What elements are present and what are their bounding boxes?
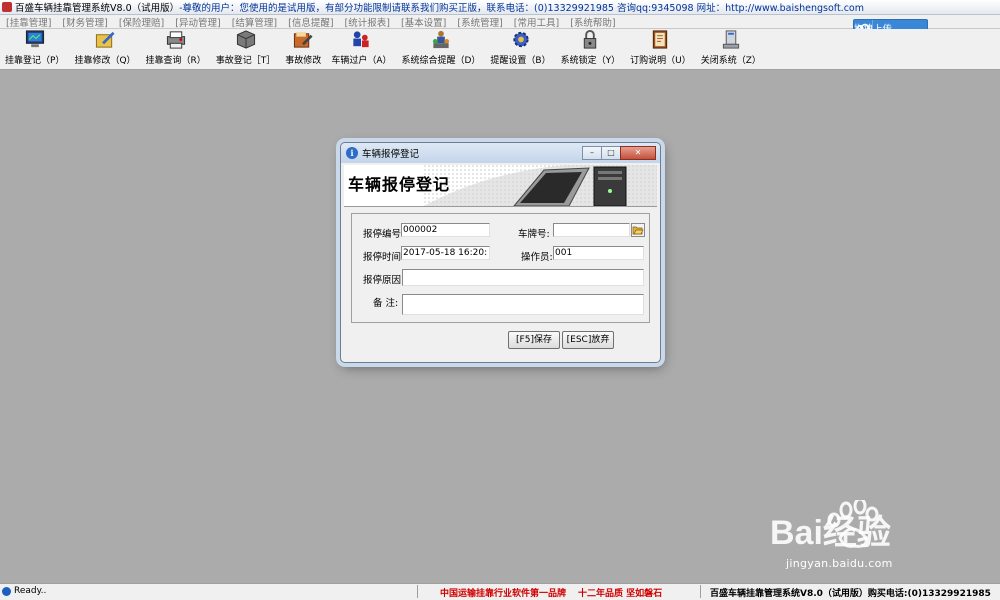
watermark-brand: Bai经验 — [770, 513, 891, 552]
status-ready: Ready.. — [2, 586, 46, 596]
stop-number-label: 报停编号: — [363, 229, 405, 240]
stop-form: 报停编号: 车牌号: 报停时间: 操作员: 报停原因: 备 注: — [351, 213, 650, 323]
menu-system[interactable]: [系统管理] — [451, 15, 507, 29]
plate-number-field[interactable] — [553, 223, 630, 237]
menu-tools[interactable]: [常用工具] — [508, 15, 564, 29]
people-alert-icon — [432, 30, 450, 49]
toolbar-exit-label: 关闭系统（Z） — [700, 56, 761, 66]
status-divider — [417, 585, 418, 598]
menu-changes[interactable]: [异动管理] — [169, 15, 225, 29]
dialog-banner: 车辆报停登记 — [344, 165, 657, 207]
dialog-title-bar[interactable]: i 车辆报停登记 – □ ✕ — [341, 143, 660, 163]
toolbar-order-info-label: 订购说明（U） — [630, 56, 691, 66]
status-slogan-2: 十二年品质 坚如磐石 — [578, 589, 663, 599]
toolbar-reminder-settings-button[interactable]: 提醒设置（B） — [485, 29, 555, 69]
reason-field[interactable] — [402, 269, 644, 286]
toolbar-accident-register-button[interactable]: 事故登记［T］ — [211, 29, 281, 69]
close-button[interactable]: ✕ — [620, 146, 656, 160]
watermark-url: jingyan.baidu.com — [786, 557, 893, 570]
toolbar-accident-modify-button[interactable]: 事故修改 — [280, 29, 326, 69]
menu-finance[interactable]: [财务管理] — [56, 15, 112, 29]
edit-folder-icon — [95, 31, 115, 48]
app-title: 百盛车辆挂靠管理系统V8.0（试用版） — [15, 3, 180, 14]
status-globe-icon — [2, 586, 11, 596]
stop-number-field[interactable] — [401, 223, 490, 237]
toolbar-register-label: 挂靠登记（P） — [5, 56, 65, 66]
operator-label: 操作员: — [521, 252, 553, 263]
transfer-users-icon — [353, 31, 370, 48]
operator-field[interactable] — [553, 246, 644, 260]
maximize-button[interactable]: □ — [601, 146, 620, 160]
toolbar-modify-label: 挂靠修改（Q） — [74, 56, 136, 66]
toolbar-reminder-button[interactable]: 系统综合提醒（D） — [396, 29, 485, 69]
toolbar-exit-button[interactable]: 关闭系统（Z） — [696, 29, 766, 69]
toolbar-lock-button[interactable]: 系统锁定（Y） — [556, 29, 626, 69]
save-button[interactable]: [F5]保存 — [508, 331, 560, 349]
toolbar-lock-label: 系统锁定（Y） — [560, 56, 621, 66]
stop-time-label: 报停时间: — [363, 252, 405, 263]
status-divider — [700, 585, 701, 598]
toolbar-reminder-settings-label: 提醒设置（B） — [490, 56, 551, 66]
stop-time-field[interactable] — [401, 246, 490, 260]
info-icon: i — [346, 147, 358, 159]
book-icon — [653, 30, 668, 49]
toolbar-query-label: 挂靠查询（R） — [145, 56, 206, 66]
toolbar-query-button[interactable]: 挂靠查询（R） — [141, 29, 211, 69]
app-logo-icon — [2, 2, 12, 12]
status-slogan: 中国运输挂靠行业软件第一品牌 — [440, 589, 567, 599]
reason-label: 报停原因: — [363, 275, 405, 286]
toolbar-modify-button[interactable]: 挂靠修改（Q） — [69, 29, 140, 69]
baidu-paw-logo: Bai经验 — [770, 497, 891, 552]
toolbar-accident-modify-label: 事故修改 — [285, 56, 322, 66]
plate-browse-button[interactable] — [631, 223, 645, 237]
menu-settlement[interactable]: [结算管理] — [226, 15, 282, 29]
toolbar-reminder-label: 系统综合提醒（D） — [401, 56, 481, 66]
menu-bar: [挂靠管理] [财务管理] [保险理赔] [异动管理] [结算管理] [信息提醒… — [0, 15, 1000, 29]
gear-settings-icon — [512, 31, 529, 48]
folder-edit-icon — [294, 31, 313, 48]
padlock-icon — [584, 29, 597, 49]
menu-insurance[interactable]: [保险理赔] — [113, 15, 169, 29]
menu-reminders[interactable]: [信息提醒] — [282, 15, 338, 29]
open-folder-icon — [632, 226, 644, 235]
dialog-title: 车辆报停登记 — [362, 149, 420, 160]
minimize-button[interactable]: – — [582, 146, 601, 160]
menu-basic-settings[interactable]: [基本设置] — [395, 15, 451, 29]
remark-label: 备 注: — [373, 298, 399, 309]
printer-search-icon — [166, 31, 185, 49]
remark-field[interactable] — [402, 294, 644, 315]
toolbar-order-info-button[interactable]: 订购说明（U） — [625, 29, 696, 69]
main-toolbar: 挂靠登记（P） 挂靠修改（Q） 挂靠查询（R） 事故登记［T］ 事故修改 车辆过… — [0, 29, 1000, 70]
status-ready-text: Ready.. — [14, 586, 47, 596]
toolbar-accident-register-label: 事故登记［T］ — [215, 56, 276, 66]
vehicle-stop-dialog: i 车辆报停登记 – □ ✕ 车辆报停登记 报停编号: 000002 车牌号: … — [340, 142, 661, 363]
monitor-register-icon — [25, 30, 44, 48]
dialog-heading: 车辆报停登记 — [348, 175, 451, 194]
menu-reports[interactable]: [统计报表] — [339, 15, 395, 29]
toolbar-transfer-label: 车辆过户（A） — [331, 56, 392, 66]
menu-affiliation[interactable]: [挂靠管理] — [0, 15, 56, 29]
status-buy-info: 百盛车辆挂靠管理系统V8.0（试用版）购买电话:(0)13329921985 — [710, 589, 991, 599]
baidu-watermark: Bai经验 — [770, 497, 980, 555]
app-title-bar: 百盛车辆挂靠管理系统V8.0（试用版） -尊敬的用户：您使用的是试用版，有部分功… — [0, 0, 1000, 15]
toolbar-transfer-button[interactable]: 车辆过户（A） — [326, 29, 396, 69]
computer-exit-icon — [722, 30, 739, 49]
status-bar: Ready.. 中国运输挂靠行业软件第一品牌 十二年品质 坚如磐石 百盛车辆挂靠… — [0, 583, 1000, 600]
toolbar-register-button[interactable]: 挂靠登记（P） — [0, 29, 69, 69]
cube-icon — [236, 30, 255, 49]
trial-notice: -尊敬的用户：您使用的是试用版，有部分功能限制请联系我们购买正版，联系电话：(0… — [179, 3, 864, 14]
discard-button[interactable]: [ESC]放弃 — [562, 331, 614, 349]
menu-help[interactable]: [系统帮助] — [564, 15, 620, 29]
plate-number-label: 车牌号: — [518, 229, 550, 240]
